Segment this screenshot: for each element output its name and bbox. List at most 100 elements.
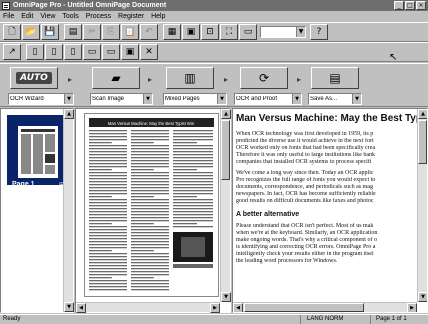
export-icon: ▤ — [329, 71, 341, 85]
close-button[interactable]: × — [416, 1, 426, 10]
zone-2-icon[interactable]: ▯ — [45, 44, 63, 60]
page-thumbnail[interactable]: Page 1 ⊞ — [7, 115, 67, 189]
scanned-text-line — [89, 202, 127, 204]
ocr-and-proof-combo[interactable]: OCR and Proof ▼ — [234, 93, 302, 105]
scanned-text-line — [89, 268, 127, 270]
cut-icon[interactable]: ✂ — [83, 24, 101, 40]
scanned-text-line — [131, 277, 154, 279]
copy-icon[interactable]: ⎘ — [102, 24, 120, 40]
text-editor-pane[interactable]: Man Versus Machine: May the Best Typi Wh… — [232, 108, 428, 313]
scroll-left-icon[interactable]: ◀ — [76, 303, 86, 313]
zoom-combo[interactable]: ▼ — [260, 26, 306, 38]
scroll-left-icon[interactable]: ◀ — [233, 303, 243, 312]
scanned-text-line — [89, 193, 127, 195]
menu-process[interactable]: Process — [86, 13, 111, 20]
chevron-down-icon[interactable]: ▼ — [217, 94, 226, 104]
scanned-page-image[interactable]: Man Versus Machine: May the Best Typist … — [84, 113, 219, 297]
scroll-thumb[interactable] — [418, 120, 427, 164]
scanned-text-line — [89, 163, 127, 165]
chevron-down-icon[interactable]: ▼ — [352, 94, 361, 104]
scanned-text-line — [131, 142, 154, 144]
scan-image-button[interactable]: ▰ — [92, 67, 140, 89]
auto-button[interactable]: AUTO — [10, 67, 58, 89]
scanned-text-line — [173, 184, 213, 186]
scanned-text-line — [131, 271, 169, 273]
scanned-text-line — [131, 220, 169, 222]
page-icon[interactable]: ▭ — [239, 24, 257, 40]
scan-icon[interactable]: ▤ — [64, 24, 82, 40]
scroll-thumb[interactable] — [221, 120, 230, 180]
paragraph-2: We've come a long way since then. Today … — [236, 170, 376, 204]
paste-icon[interactable]: 📋 — [121, 24, 139, 40]
menu-register[interactable]: Register — [118, 13, 144, 20]
scanned-text-line — [173, 226, 213, 228]
save-as-button[interactable]: ▤ — [311, 67, 359, 89]
image-horizontal-scrollbar[interactable]: ◀ ▶ — [76, 302, 220, 313]
scroll-up-icon[interactable]: ▲ — [221, 109, 231, 119]
scan-image-combo[interactable]: Scan Image ▼ — [90, 93, 153, 105]
scanned-text-line — [89, 148, 127, 150]
zone-toolbar: ↗ ▯ ▯ ▯ ▭ ▭ ▣ ✕ — [0, 42, 428, 62]
chevron-down-icon[interactable]: ▼ — [296, 27, 305, 37]
save-as-combo[interactable]: Save As... ▼ — [308, 93, 362, 105]
menu-file[interactable]: File — [3, 13, 14, 20]
scanned-text-line — [131, 247, 169, 249]
scanned-text-line — [89, 145, 127, 147]
text-horizontal-scrollbar[interactable]: ◀ ▶ — [233, 302, 417, 312]
scanned-text-line — [131, 133, 169, 135]
mixed-pages-combo[interactable]: Mixed Pages ▼ — [163, 93, 227, 105]
mixed-pages-button[interactable]: ▥ — [166, 67, 214, 89]
zone-6-icon[interactable]: ▣ — [121, 44, 139, 60]
scanned-text-line — [89, 277, 112, 279]
table-icon[interactable]: ▦ — [163, 24, 181, 40]
undo-icon[interactable]: ↶ — [140, 24, 158, 40]
zone-3-icon[interactable]: ▯ — [64, 44, 82, 60]
chevron-down-icon[interactable]: ▼ — [143, 94, 152, 104]
zone-1-icon[interactable]: ▯ — [26, 44, 44, 60]
delete-zone-icon[interactable]: ✕ — [140, 44, 158, 60]
find-icon[interactable]: ⊡ — [201, 24, 219, 40]
menu-edit[interactable]: Edit — [21, 13, 33, 20]
select-icon[interactable]: ⛶ — [220, 24, 238, 40]
help-pointer-icon[interactable]: ? — [310, 24, 328, 40]
scroll-thumb[interactable] — [244, 303, 364, 312]
text-vertical-scrollbar[interactable]: ▲ ▼ — [417, 109, 427, 302]
scanned-text-line — [131, 145, 169, 147]
scanned-text-line — [131, 223, 154, 225]
recognized-text[interactable]: Man Versus Machine: May the Best Typi Wh… — [236, 113, 425, 269]
ocr-and-proof-button[interactable]: ⟳ — [240, 67, 288, 89]
scroll-up-icon[interactable]: ▲ — [64, 109, 74, 119]
menu-tools[interactable]: Tools — [62, 13, 78, 20]
omnipage-app-icon[interactable] — [2, 1, 10, 10]
scanned-text-line — [131, 148, 169, 150]
scroll-down-icon[interactable]: ▼ — [221, 292, 231, 302]
menu-help[interactable]: Help — [151, 13, 165, 20]
minimize-button[interactable]: _ — [394, 1, 404, 10]
chevron-down-icon[interactable]: ▼ — [64, 94, 73, 104]
scroll-right-icon[interactable]: ▶ — [210, 303, 220, 313]
auto-mode-combo[interactable]: OCR Wizard ▼ — [8, 93, 74, 105]
open-folder-icon[interactable]: 📂 — [22, 24, 40, 40]
zone-5-icon[interactable]: ▭ — [102, 44, 120, 60]
scanned-text-line — [89, 247, 127, 249]
scanned-text-line — [131, 202, 169, 204]
menu-view[interactable]: View — [40, 13, 55, 20]
thumbnail-scrollbar[interactable]: ▲ ▼ — [63, 109, 74, 312]
image-vertical-scrollbar[interactable]: ▲ ▼ — [220, 109, 231, 302]
zone-4-icon[interactable]: ▭ — [83, 44, 101, 60]
scanned-text-line — [173, 208, 213, 210]
scanned-text-line — [131, 181, 169, 183]
scroll-right-icon[interactable]: ▶ — [407, 303, 417, 312]
zone-arrow-icon[interactable]: ↗ — [3, 44, 21, 60]
save-icon[interactable]: 💾 — [41, 24, 59, 40]
scanned-text-line — [89, 238, 127, 240]
scroll-up-icon[interactable]: ▲ — [418, 109, 427, 119]
scroll-down-icon[interactable]: ▼ — [418, 292, 427, 302]
scanned-text-line — [89, 280, 127, 282]
scanned-text-line — [89, 256, 127, 258]
chevron-down-icon[interactable]: ▼ — [292, 94, 301, 104]
zone-icon[interactable]: ▣ — [182, 24, 200, 40]
new-document-icon[interactable]: 🗋 — [3, 24, 21, 40]
scroll-down-icon[interactable]: ▼ — [64, 302, 74, 312]
maximize-button[interactable]: □ — [405, 1, 415, 10]
